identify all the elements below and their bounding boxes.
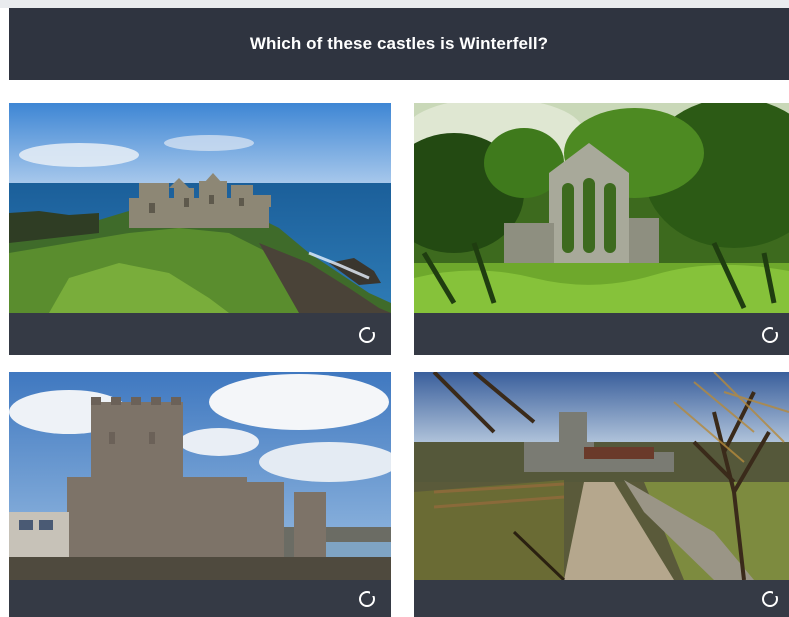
answer-option-1[interactable] <box>9 103 391 355</box>
question-text: Which of these castles is Winterfell? <box>249 34 549 53</box>
answer-footer-2 <box>414 313 789 355</box>
answer-option-3[interactable] <box>9 372 391 617</box>
top-strip <box>0 0 789 8</box>
radio-button-3[interactable] <box>359 590 376 607</box>
answer-option-4[interactable] <box>414 372 789 617</box>
answer-image-3 <box>9 372 391 580</box>
radio-button-2[interactable] <box>762 326 779 343</box>
answer-image-4 <box>414 372 789 580</box>
radio-button-4[interactable] <box>762 590 779 607</box>
answer-option-2[interactable] <box>414 103 789 355</box>
answer-footer-3 <box>9 580 391 617</box>
answer-footer-1 <box>9 313 391 355</box>
answer-footer-4 <box>414 580 789 617</box>
quiz-container: Which of these castles is Winterfell? <box>0 0 789 617</box>
answer-image-2 <box>414 103 789 313</box>
question-bar: Which of these castles is Winterfell? <box>9 8 789 80</box>
radio-button-1[interactable] <box>359 326 376 343</box>
answer-image-1 <box>9 103 391 313</box>
